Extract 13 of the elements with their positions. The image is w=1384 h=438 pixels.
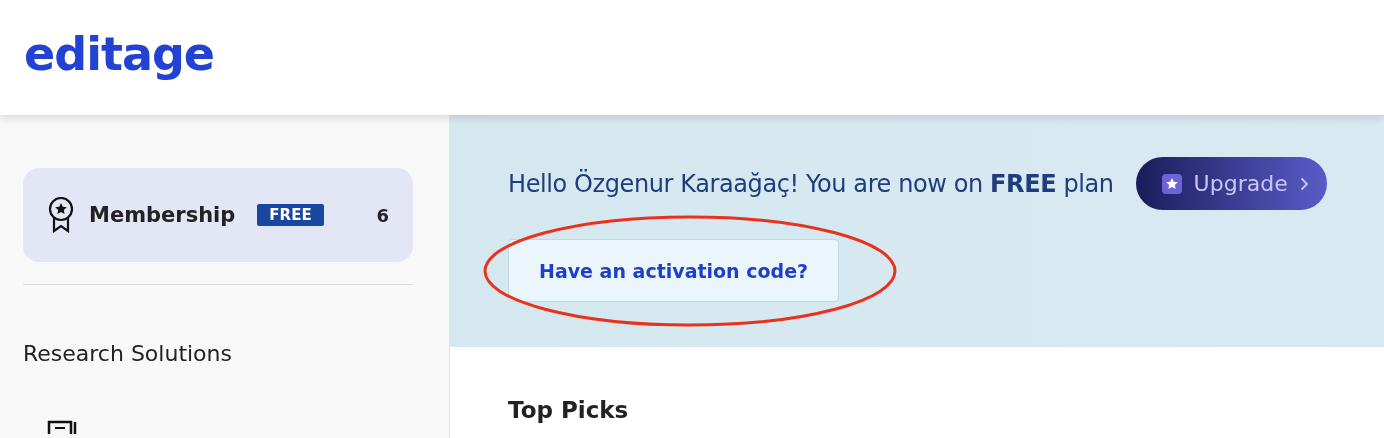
membership-label: Membership xyxy=(89,203,236,227)
award-ribbon-icon xyxy=(47,197,75,233)
greeting-text: Hello Özgenur Karaağaç! You are now on FREE plan xyxy=(508,169,1114,198)
plan-badge: FREE xyxy=(257,204,324,226)
section-heading: Top Picks xyxy=(507,396,630,423)
logo[interactable]: editage xyxy=(24,26,215,81)
section-title: Research Solutions xyxy=(23,341,233,366)
chevron-right-icon xyxy=(1299,176,1309,191)
membership-item[interactable]: Membership FREE 6 xyxy=(23,168,413,262)
activation-code-button[interactable]: Have an activation code? xyxy=(508,239,840,302)
membership-count: 6 xyxy=(376,204,389,226)
upgrade-button[interactable]: Upgrade xyxy=(1135,157,1327,210)
document-icon xyxy=(47,420,77,434)
